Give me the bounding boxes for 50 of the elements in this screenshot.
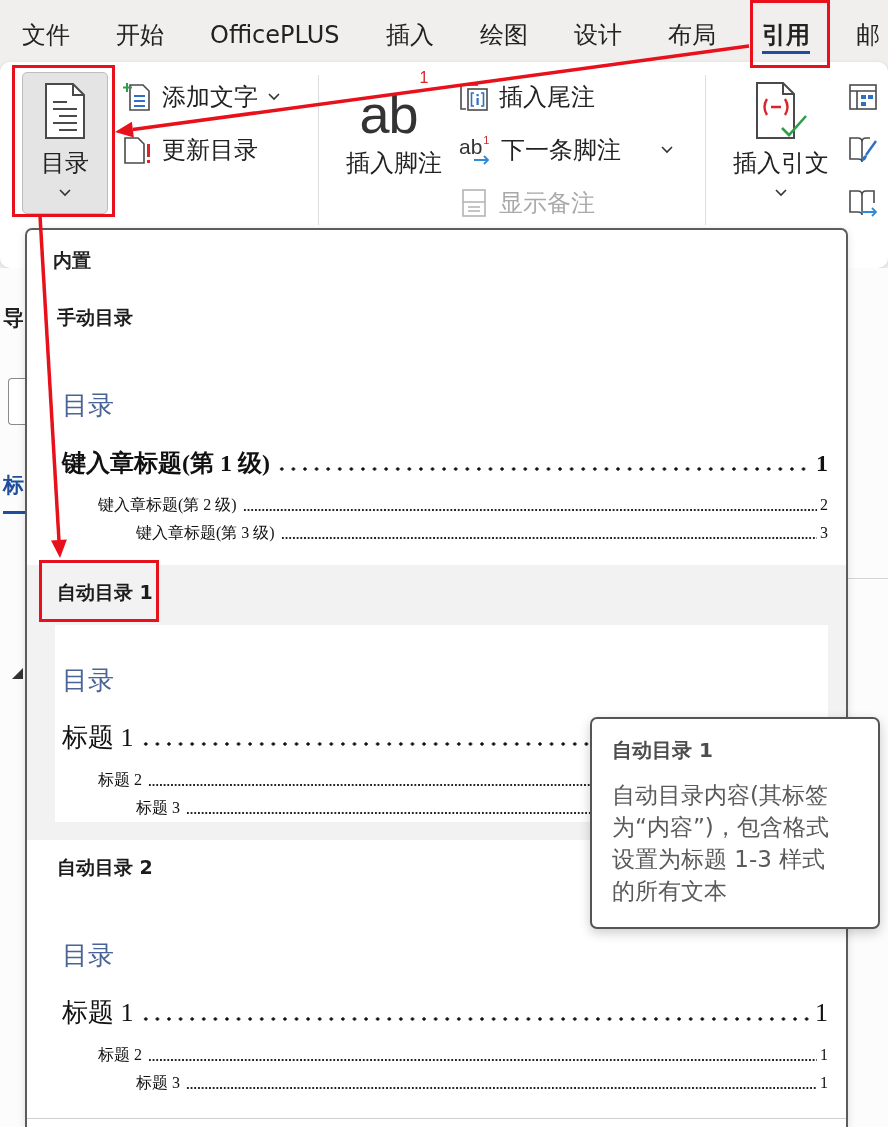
toc-heading: 目录 bbox=[62, 389, 115, 421]
page-number: 1 bbox=[820, 1073, 828, 1093]
toc-heading: 目录 bbox=[62, 939, 115, 971]
insert-endnote-button[interactable]: 插入尾注 bbox=[457, 70, 675, 123]
page-number: 2 bbox=[820, 495, 828, 515]
search-field[interactable] bbox=[8, 378, 25, 425]
toc-entry-text: 标题 3 bbox=[136, 798, 180, 818]
toc-entry-text: 键入章标题(第 2 级) bbox=[98, 495, 237, 516]
ribbon-tab[interactable]: 布局 bbox=[667, 0, 716, 54]
insert-footnote-button[interactable]: ab 1 插入脚注 bbox=[335, 70, 453, 194]
toc-heading: 目录 bbox=[62, 664, 115, 696]
toc-entry-text: 标题 1 bbox=[62, 722, 134, 754]
option-title: 自动目录 2 bbox=[57, 855, 153, 879]
ribbon-tab[interactable]: 开始 bbox=[116, 0, 164, 54]
ribbon-tab[interactable]: OfficePLUS bbox=[210, 0, 340, 54]
ribbon-tab[interactable]: 设计 bbox=[573, 0, 622, 54]
ribbon-tab[interactable]: 插入 bbox=[385, 0, 434, 54]
ribbon-tab[interactable]: 绘图 bbox=[479, 0, 528, 54]
page-number: 1 bbox=[816, 449, 828, 478]
document-lines-icon bbox=[45, 82, 85, 140]
note-panel-icon bbox=[459, 187, 489, 218]
ribbon-tab[interactable]: 文件 bbox=[22, 0, 70, 54]
tooltip-title: 自动目录 1 bbox=[612, 737, 714, 763]
book-brush-icon bbox=[848, 134, 878, 165]
ribbon-tab[interactable]: 邮 bbox=[855, 0, 880, 54]
book-arrow-icon bbox=[848, 187, 878, 218]
pane-title: 导 bbox=[3, 305, 24, 332]
toc-entry-text: 标题 2 bbox=[98, 1045, 142, 1065]
toc-entry-text: 标题 1 bbox=[62, 997, 134, 1029]
section-header: 内置 bbox=[52, 248, 92, 273]
option-title: 自动目录 1 bbox=[57, 580, 153, 604]
add-text-button[interactable]: 添加文字 bbox=[120, 70, 282, 123]
document-check-icon bbox=[755, 82, 807, 140]
page-number: 3 bbox=[820, 523, 828, 543]
insert-citation-button[interactable]: 插入引文 bbox=[722, 72, 840, 214]
ribbon-tab[interactable]: 引用 bbox=[761, 0, 810, 54]
footnote-icon: ab 1 bbox=[359, 71, 429, 141]
toc-entry-text: 标题 2 bbox=[98, 770, 142, 790]
update-table-button[interactable]: 更新目录 bbox=[120, 123, 282, 176]
document-plus-icon bbox=[122, 81, 152, 112]
table-of-contents-button[interactable]: 目录 bbox=[22, 72, 108, 214]
toc-entry-text: 键入章标题(第 1 级) bbox=[62, 449, 270, 478]
page-number: 1 bbox=[815, 997, 828, 1029]
toc-entry-text: 键入章标题(第 3 级) bbox=[136, 523, 275, 544]
page-number: 1 bbox=[820, 1045, 828, 1065]
window-grid-icon bbox=[848, 81, 878, 112]
toc-entry-text: 标题 3 bbox=[136, 1073, 180, 1093]
expand-triangle-icon[interactable] bbox=[12, 668, 23, 679]
document-alert-icon bbox=[122, 134, 152, 165]
option-title: 手动目录 bbox=[57, 305, 133, 329]
